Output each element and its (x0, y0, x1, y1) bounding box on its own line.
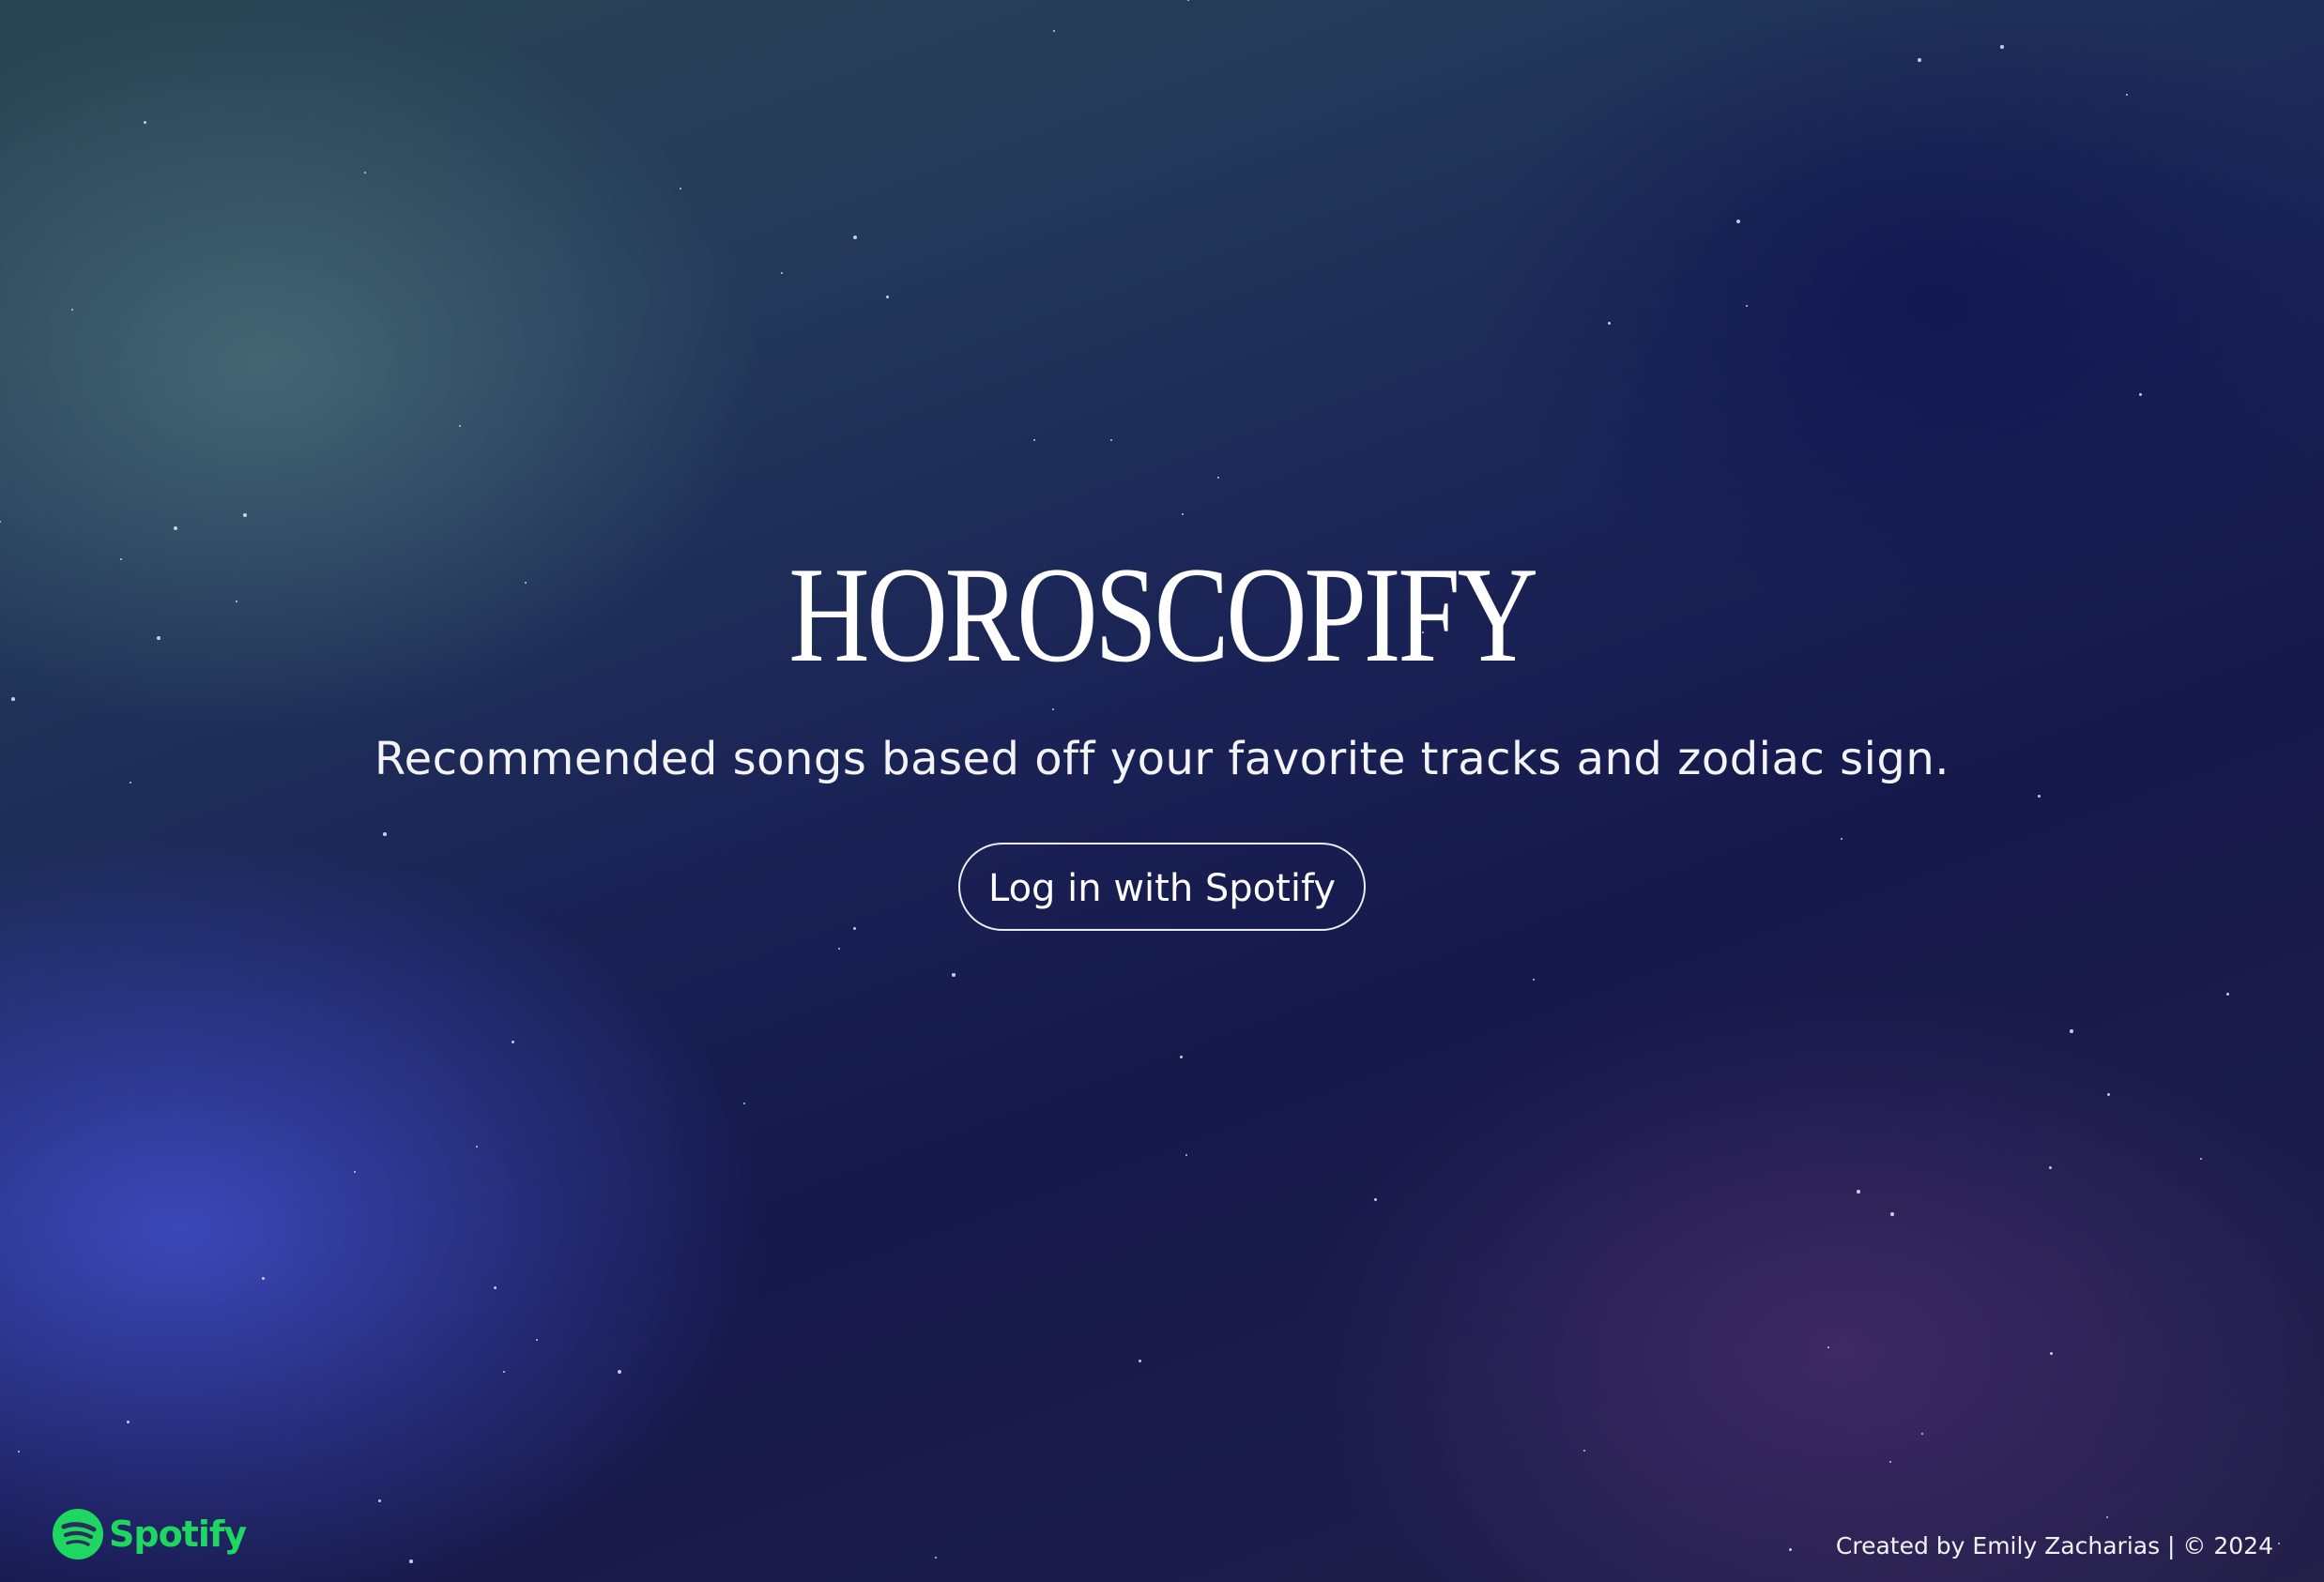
star-dot (1827, 1346, 1829, 1348)
footer-credit: Created by Emily Zacharias | © 2024 (1835, 1532, 2273, 1559)
spotify-wordmark: Spotify (109, 1514, 247, 1555)
star-dot (885, 295, 889, 298)
star-dot (174, 526, 177, 530)
star-dot (2049, 1351, 2053, 1355)
page-subtitle: Recommended songs based off your favorit… (374, 733, 1950, 785)
star-dot (511, 1040, 514, 1043)
star-dot (0, 521, 1, 523)
spotify-logo: Spotify (53, 1509, 247, 1559)
star-dot (1583, 1450, 1585, 1452)
star-dot (1857, 1190, 1860, 1194)
star-dot (781, 272, 783, 274)
star-dot (2106, 1092, 2110, 1096)
star-dot (1889, 1461, 1891, 1463)
star-dot (838, 948, 840, 950)
star-dot (459, 425, 461, 427)
star-dot (126, 1420, 130, 1423)
star-dot (71, 309, 73, 311)
star-dot (2200, 1158, 2202, 1160)
star-dot (2126, 94, 2128, 96)
star-dot (1533, 979, 1535, 981)
star-dot (536, 1339, 538, 1341)
star-dot (1890, 1212, 1894, 1216)
star-dot (409, 1559, 413, 1563)
star-dot (1736, 220, 1740, 223)
star-dot (1373, 1197, 1377, 1201)
star-dot (1921, 1433, 1923, 1435)
star-dot (1138, 1359, 1141, 1362)
star-dot (1033, 439, 1035, 441)
star-dot (377, 1498, 381, 1502)
star-dot (1053, 30, 1055, 32)
star-dot (1607, 321, 1611, 325)
spotify-icon (53, 1509, 103, 1559)
star-dot (1918, 58, 1921, 62)
star-dot (1110, 439, 1112, 441)
star-dot (743, 1103, 745, 1104)
star-dot (935, 1557, 937, 1559)
star-dot (354, 1171, 356, 1173)
star-dot (679, 187, 682, 190)
star-dot (1179, 1055, 1183, 1058)
star-dot (493, 1285, 497, 1289)
star-dot (2000, 45, 2004, 49)
star-dot (243, 513, 247, 517)
star-dot (143, 120, 146, 124)
page-title: HOROSCOPIFY (788, 539, 1538, 691)
star-dot (2070, 1029, 2073, 1033)
star-dot (853, 236, 857, 239)
star-dot (2048, 1165, 2052, 1169)
star-dot (503, 1371, 505, 1373)
star-dot (261, 1276, 265, 1280)
hero-section: HOROSCOPIFY Recommended songs based off … (0, 544, 2324, 931)
star-dot (1187, 0, 1189, 1)
star-dot (1216, 476, 1220, 479)
star-dot (618, 1370, 621, 1374)
star-dot (18, 1451, 20, 1453)
star-dot (1185, 1154, 1187, 1156)
star-dot (2105, 1515, 2109, 1519)
star-dot (2138, 392, 2142, 396)
star-dot (476, 1146, 478, 1148)
star-dot (1746, 305, 1748, 307)
star-dot (2278, 1543, 2280, 1544)
star-dot (1181, 512, 1185, 516)
login-with-spotify-button[interactable]: Log in with Spotify (957, 843, 1367, 931)
star-dot (1788, 1547, 1792, 1551)
star-dot (952, 973, 956, 977)
star-dot (363, 171, 367, 175)
star-dot (2225, 992, 2229, 996)
